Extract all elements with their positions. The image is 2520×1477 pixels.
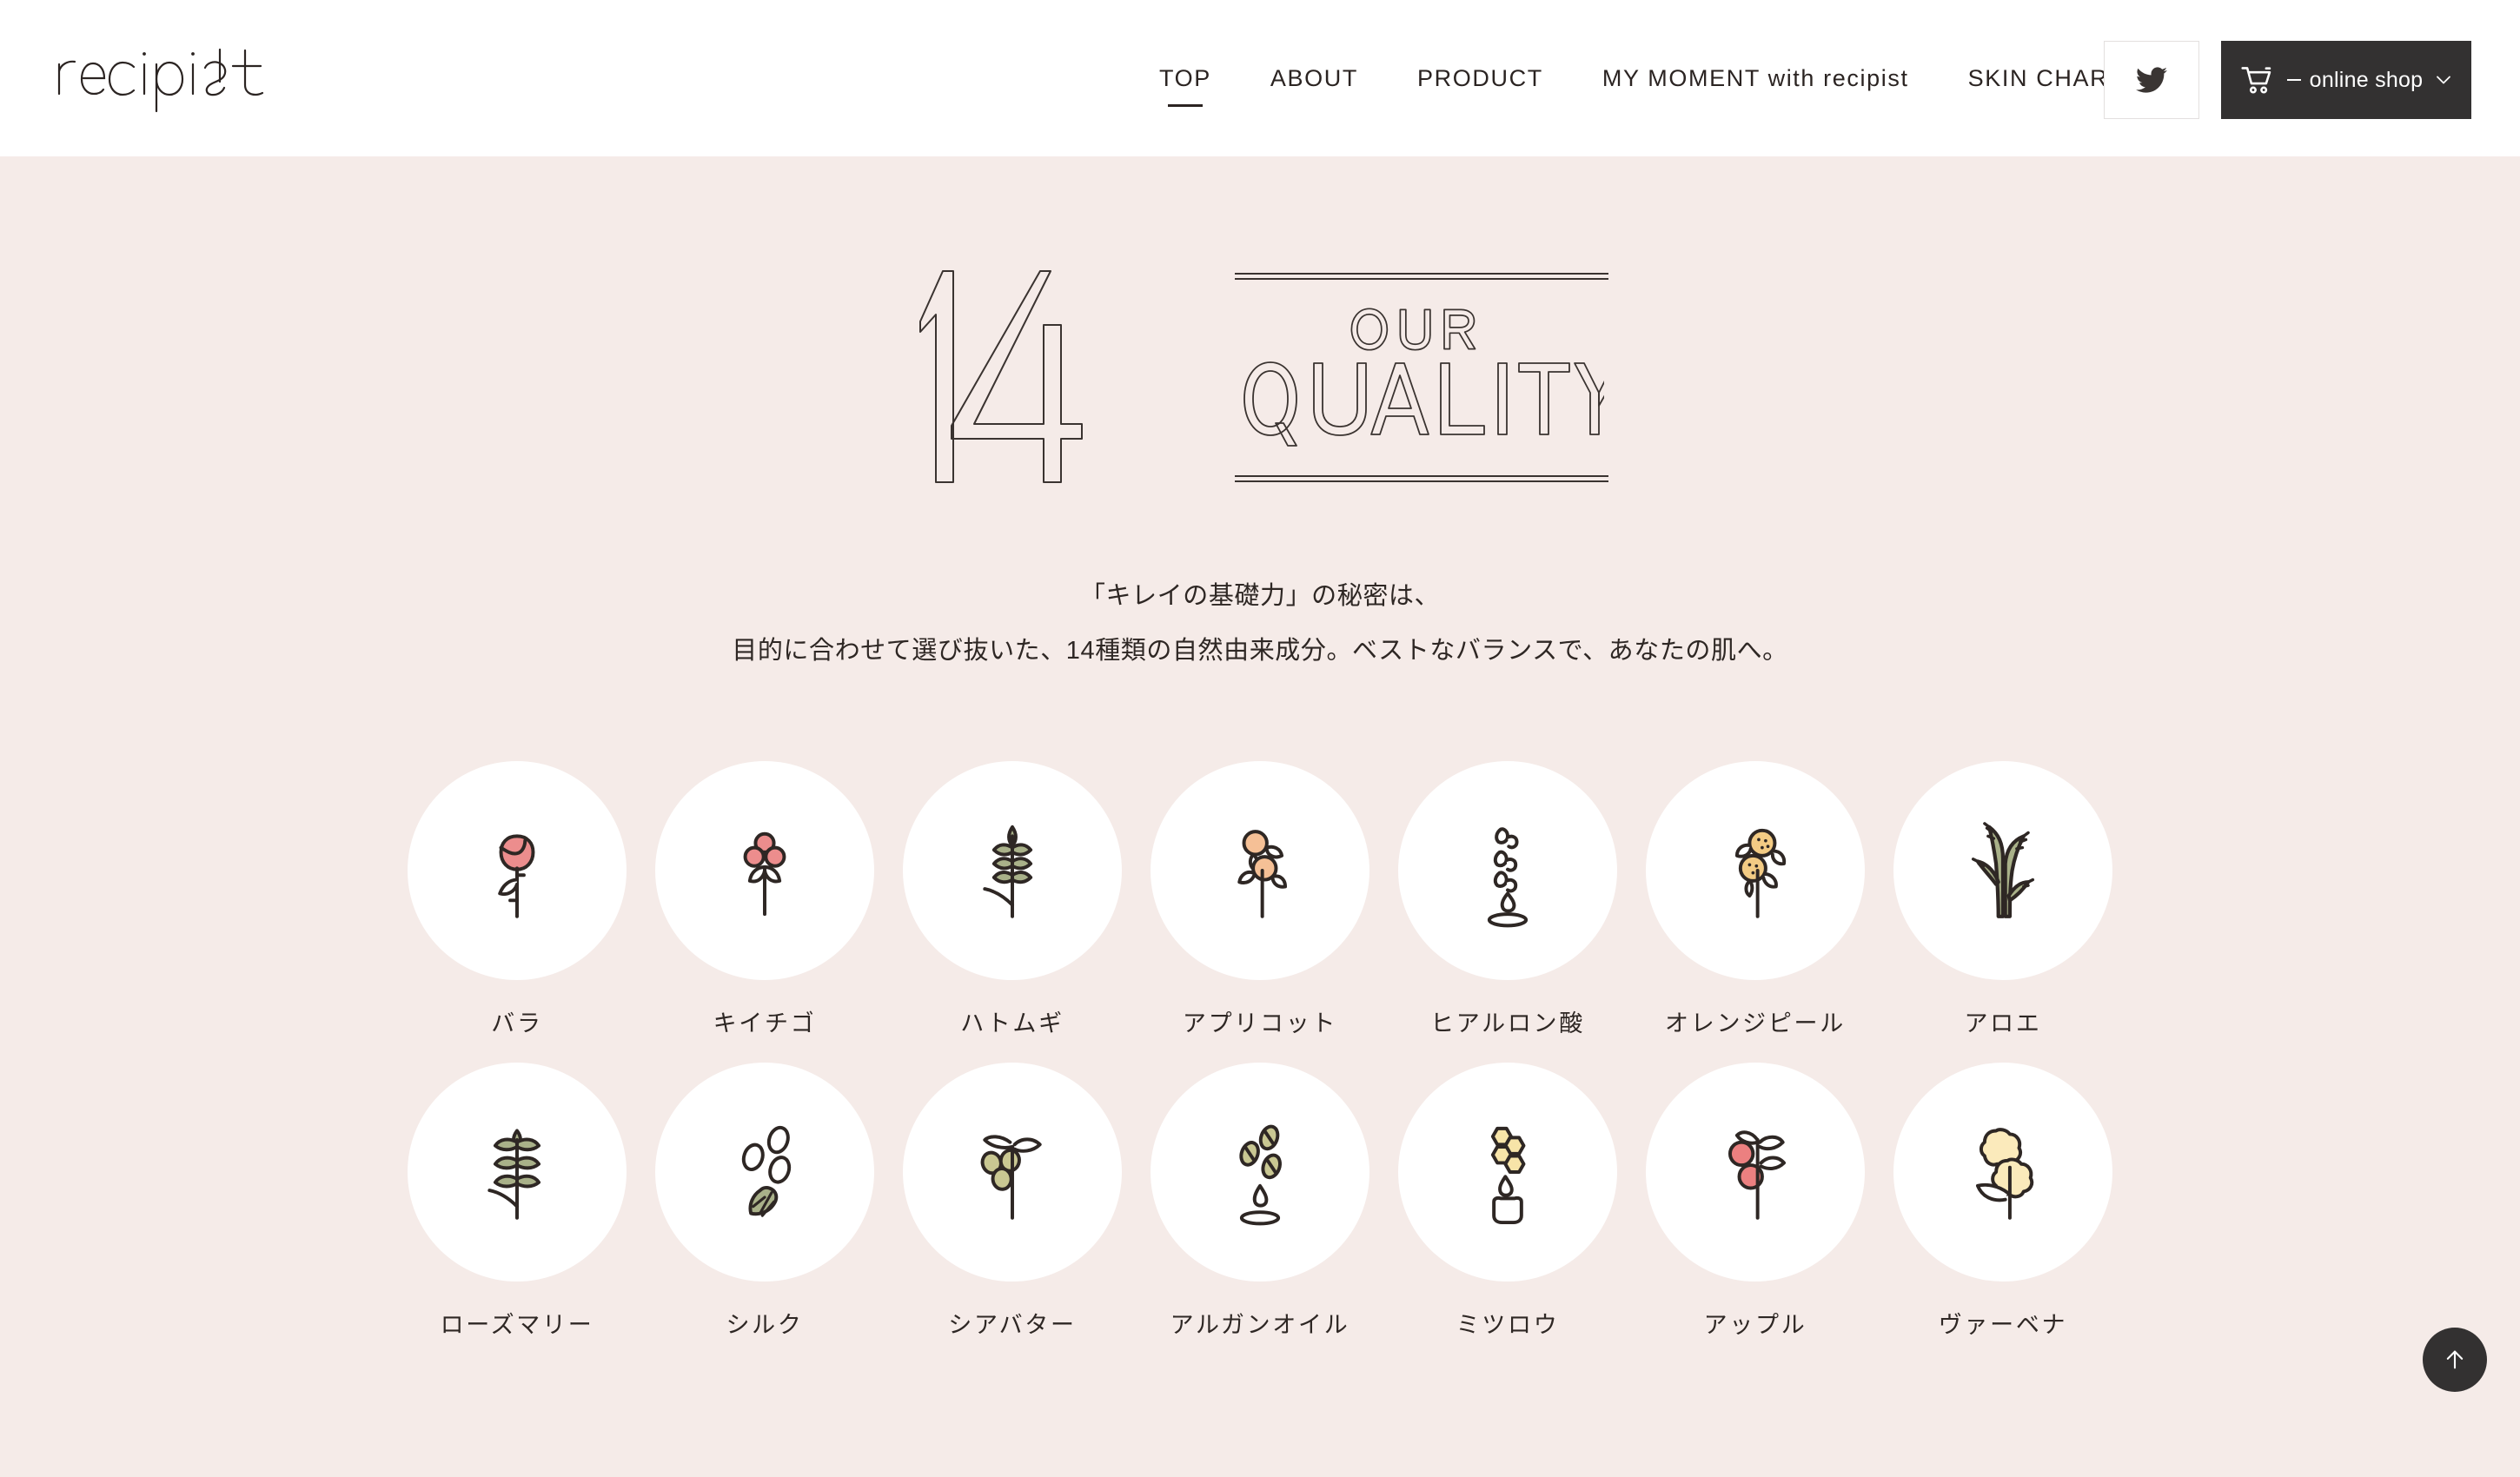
ingredient-silk[interactable]: シルク [641, 1063, 889, 1340]
ingredient-aloe[interactable]: アロエ [1880, 761, 2127, 1038]
ingredient-circle [1151, 761, 1369, 980]
online-shop-button[interactable]: online shop [2221, 41, 2471, 119]
lead-paragraph: 「キレイの基礎力」の秘密は、 目的に合わせて選び抜いた、14種類の自然由来成分。… [0, 584, 2520, 664]
ingredient-verbena[interactable]: ヴァーベナ [1880, 1063, 2127, 1340]
shop-separator [2286, 79, 2301, 81]
hyaluronic-icon [1487, 827, 1529, 928]
outlined-our-glyph [1350, 308, 1476, 351]
page-root: TOP ABOUT PRODUCT MY MOMENT with recipis… [0, 0, 2520, 1477]
ingredient-circle [1646, 761, 1865, 980]
raspberry-icon [743, 831, 786, 917]
nav-item-about[interactable]: ABOUT [1241, 66, 1388, 90]
ingredient-label: バラ [491, 1010, 543, 1037]
ingredient-circle [1893, 1063, 2112, 1282]
shop-label: online shop [2309, 67, 2424, 92]
ingredient-row-2: ローズマリー シルク シアバター アルガンオイル ミツロウ アップル ヴァーベナ [0, 1063, 2520, 1340]
shea-butter-icon [980, 1135, 1042, 1220]
ingredient-circle [1893, 761, 2112, 980]
outlined-quality-glyph [1243, 361, 1604, 447]
ingredient-circle [1398, 1063, 1617, 1282]
hero-title-block [0, 261, 2520, 495]
ingredient-label: ヒアルロン酸 [1430, 1010, 1585, 1037]
argan-oil-icon [1239, 1124, 1282, 1226]
arrow-up-icon [2446, 1350, 2464, 1369]
ingredient-hyaluronic-acid[interactable]: ヒアルロン酸 [1384, 761, 1632, 1038]
silk-icon [741, 1125, 792, 1217]
nav-item-product[interactable]: PRODUCT [1388, 66, 1573, 90]
ingredient-label: アロエ [1964, 1010, 2042, 1037]
aloe-icon [1971, 822, 2035, 918]
twitter-bird-icon [2136, 67, 2167, 93]
ingredient-label: ヴァーベナ [1938, 1312, 2068, 1338]
verbena-icon [1975, 1128, 2034, 1220]
ingredient-raspberry[interactable]: キイチゴ [641, 761, 889, 1038]
ingredient-apple[interactable]: アップル [1632, 1063, 1880, 1340]
apricot-icon [1237, 830, 1288, 918]
chevron-down-icon [2437, 76, 2451, 84]
hero-rule-bottom [1235, 475, 1608, 483]
scroll-to-top-button[interactable] [2423, 1328, 2487, 1392]
ingredient-label: アプリコット [1182, 1010, 1338, 1037]
site-logo[interactable] [50, 31, 302, 114]
twitter-link[interactable] [2104, 41, 2199, 119]
ingredient-label: キイチゴ [713, 1010, 817, 1037]
ingredient-shea-butter[interactable]: シアバター [889, 1063, 1137, 1340]
ingredient-circle [903, 1063, 1122, 1282]
ingredient-label: シアバター [948, 1312, 1077, 1338]
ingredient-rosemary[interactable]: ローズマリー [394, 1063, 641, 1340]
ingredient-label: オレンジピール [1665, 1010, 1846, 1037]
ingredient-apricot[interactable]: アプリコット [1137, 761, 1384, 1038]
hero-quality-text [1235, 357, 1608, 451]
ingredient-row-1: バラ キイチゴ ハトムギ アプリコット ヒアルロン酸 オレンジピール アロエ [0, 761, 2520, 1038]
ingredient-beeswax[interactable]: ミツロウ [1384, 1063, 1632, 1340]
ingredient-orange-peel[interactable]: オレンジピール [1632, 761, 1880, 1038]
rosemary-icon [487, 1129, 541, 1220]
ingredient-circle [408, 761, 627, 980]
hero-our-text [1235, 305, 1608, 354]
ingredient-argan-oil[interactable]: アルガンオイル [1137, 1063, 1384, 1340]
ingredient-circle [1151, 1063, 1369, 1282]
ingredient-label: ミツロウ [1456, 1312, 1560, 1338]
lead-line-1: 「キレイの基礎力」の秘密は、 [1079, 582, 1441, 610]
job-tears-icon [983, 825, 1033, 918]
site-header: TOP ABOUT PRODUCT MY MOMENT with recipis… [0, 0, 2520, 156]
ingredient-circle [655, 761, 874, 980]
ingredient-label: シルク [726, 1312, 804, 1338]
logo-mark [57, 48, 264, 113]
shopping-cart-icon [2241, 67, 2271, 94]
hero-rule-top [1235, 273, 1608, 281]
lead-line-2: 目的に合わせて選び抜いた、14種類の自然由来成分。ベストなバランスで、あなたの肌… [732, 637, 1788, 665]
ingredient-circle [1398, 761, 1617, 980]
ingredient-label: アップル [1703, 1312, 1807, 1338]
beeswax-icon [1490, 1126, 1526, 1225]
ingredient-rose[interactable]: バラ [394, 761, 641, 1038]
hero-number-14 [912, 261, 1181, 495]
apple-icon [1728, 1130, 1786, 1220]
outlined-14-glyph [919, 270, 1083, 483]
nav-item-my-moment[interactable]: MY MOMENT with recipist [1573, 66, 1939, 90]
ingredient-circle [408, 1063, 627, 1282]
rose-icon [498, 834, 535, 918]
ingredient-label: ローズマリー [440, 1312, 594, 1338]
main-navigation: TOP ABOUT PRODUCT MY MOMENT with recipis… [1130, 0, 2153, 156]
orange-peel-icon [1734, 828, 1787, 918]
ingredient-label: ハトムギ [960, 1010, 1064, 1037]
ingredient-circle [903, 761, 1122, 980]
ingredient-grid: バラ キイチゴ ハトムギ アプリコット ヒアルロン酸 オレンジピール アロエ ロ… [0, 761, 2520, 1340]
ingredient-circle [655, 1063, 874, 1282]
ingredient-label: アルガンオイル [1170, 1312, 1350, 1338]
ingredient-job-tears[interactable]: ハトムギ [889, 761, 1137, 1038]
nav-item-top[interactable]: TOP [1130, 66, 1241, 90]
ingredient-circle [1646, 1063, 1865, 1282]
